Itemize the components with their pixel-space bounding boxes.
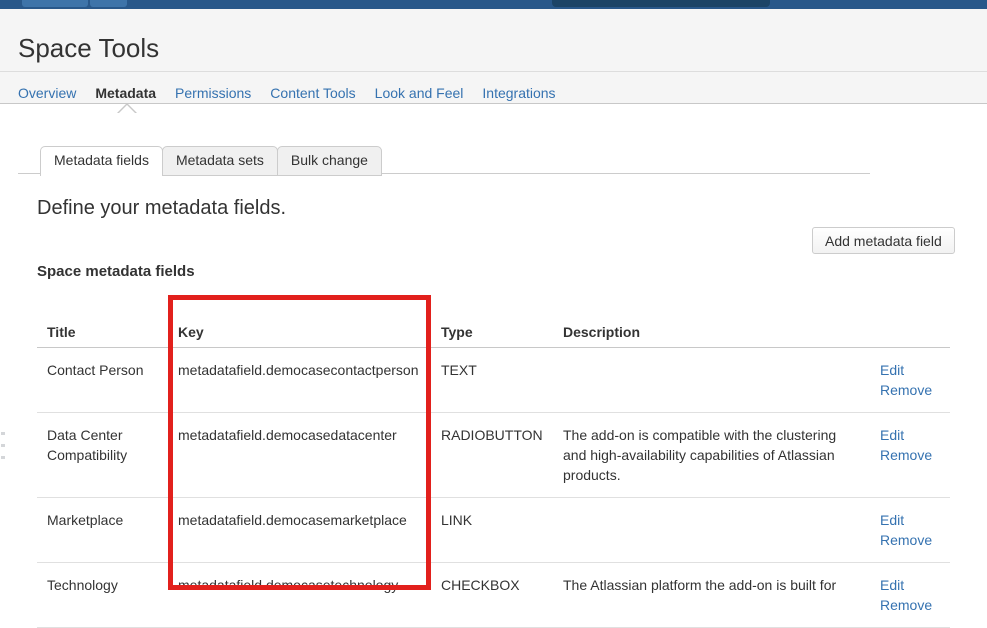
header-divider — [0, 71, 987, 72]
cell-description — [553, 498, 870, 563]
spaces-menu-button[interactable] — [22, 0, 88, 7]
cell-type: RADIOBUTTON — [431, 413, 553, 498]
edit-link[interactable]: Edit — [880, 510, 940, 530]
nav-item-overview[interactable]: Overview — [18, 85, 76, 102]
column-header-actions — [870, 318, 950, 348]
active-nav-notch-fill — [119, 105, 135, 113]
column-header-key: Key — [168, 318, 431, 348]
metadata-tabs: Metadata fields Metadata sets Bulk chang… — [40, 146, 381, 176]
cell-title: Marketplace — [37, 498, 168, 563]
space-tools-nav: Overview Metadata Permissions Content To… — [18, 85, 556, 102]
edit-link[interactable]: Edit — [880, 425, 940, 445]
cell-actions: Edit Remove — [870, 413, 950, 498]
cell-title: Technology — [37, 563, 168, 628]
remove-link[interactable]: Remove — [880, 380, 940, 400]
tab-metadata-fields[interactable]: Metadata fields — [40, 146, 163, 176]
nav-item-metadata[interactable]: Metadata — [95, 85, 156, 102]
cell-actions: Edit Remove — [870, 348, 950, 413]
cell-key: metadatafield.democasetechnology — [168, 563, 431, 628]
table-header-row: Title Key Type Description — [37, 318, 950, 348]
cell-actions: Edit Remove — [870, 498, 950, 563]
nav-item-integrations[interactable]: Integrations — [482, 85, 555, 102]
create-button[interactable] — [90, 0, 127, 7]
cell-type: TEXT — [431, 348, 553, 413]
page-title: Space Tools — [18, 33, 159, 63]
column-header-description: Description — [553, 318, 870, 348]
tab-bulk-change[interactable]: Bulk change — [277, 146, 382, 176]
cell-description: The Atlassian platform the add-on is bui… — [553, 563, 870, 628]
edit-link[interactable]: Edit — [880, 575, 940, 595]
search-input[interactable] — [552, 0, 770, 7]
table-row: Data Center Compatibility metadatafield.… — [37, 413, 950, 498]
cell-key: metadatafield.democasemarketplace — [168, 498, 431, 563]
section-heading: Define your metadata fields. — [37, 196, 286, 220]
cell-title: Data Center Compatibility — [37, 413, 168, 498]
cell-actions: Edit Remove — [870, 563, 950, 628]
edit-link[interactable]: Edit — [880, 360, 940, 380]
remove-link[interactable]: Remove — [880, 530, 940, 550]
remove-link[interactable]: Remove — [880, 445, 940, 465]
nav-item-content-tools[interactable]: Content Tools — [270, 85, 355, 102]
cell-description — [553, 348, 870, 413]
nav-item-permissions[interactable]: Permissions — [175, 85, 251, 102]
cell-title: Contact Person — [37, 348, 168, 413]
table-row: Contact Person metadatafield.democasecon… — [37, 348, 950, 413]
table-row: Marketplace metadatafield.democasemarket… — [37, 498, 950, 563]
add-metadata-field-button[interactable]: Add metadata field — [812, 227, 955, 254]
cell-description: The add-on is compatible with the cluste… — [553, 413, 870, 498]
column-header-type: Type — [431, 318, 553, 348]
cell-key: metadatafield.democasecontactperson — [168, 348, 431, 413]
table-title: Space metadata fields — [37, 263, 195, 280]
cell-type: CHECKBOX — [431, 563, 553, 628]
column-header-title: Title — [37, 318, 168, 348]
app-header-bar — [0, 0, 987, 9]
screen-edge-artifact-dots — [1, 432, 5, 435]
cell-type: LINK — [431, 498, 553, 563]
table-row: Technology metadatafield.democasetechnol… — [37, 563, 950, 628]
page-header: Space Tools Overview Metadata Permission… — [0, 9, 987, 104]
cell-key: metadatafield.democasedatacenter — [168, 413, 431, 498]
metadata-fields-table: Title Key Type Description Contact Perso… — [37, 318, 950, 628]
remove-link[interactable]: Remove — [880, 595, 940, 615]
tab-metadata-sets[interactable]: Metadata sets — [162, 146, 278, 176]
nav-item-look-and-feel[interactable]: Look and Feel — [375, 85, 464, 102]
